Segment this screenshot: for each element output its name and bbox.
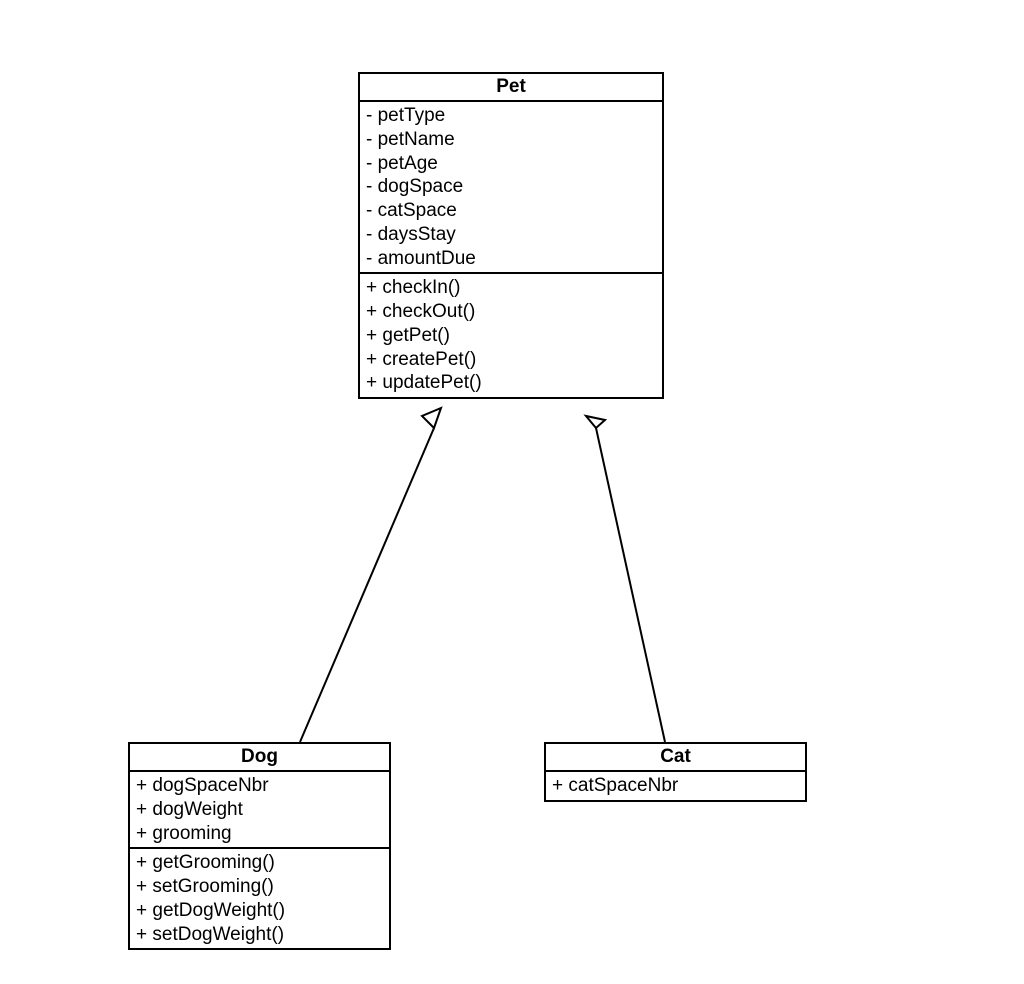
class-dog-title: Dog [130,744,389,772]
attribute-row: - daysStay [366,223,656,247]
method-row: + updatePet() [366,371,656,395]
attribute-row: - amountDue [366,247,656,271]
attribute-row: + dogSpaceNbr [136,774,383,798]
class-pet-methods: + checkIn() + checkOut() + getPet() + cr… [360,274,662,397]
inheritance-cat-to-pet [586,416,665,742]
attribute-row: + grooming [136,822,383,846]
method-row: + getDogWeight() [136,899,383,923]
class-dog: Dog + dogSpaceNbr + dogWeight + grooming… [128,742,391,950]
attribute-row: + catSpaceNbr [552,774,799,798]
attribute-row: - petName [366,128,656,152]
class-pet: Pet - petType - petName - petAge - dogSp… [358,72,664,399]
method-row: + setGrooming() [136,875,383,899]
attribute-row: - catSpace [366,199,656,223]
method-row: + getPet() [366,324,656,348]
method-row: + checkOut() [366,300,656,324]
class-dog-attributes: + dogSpaceNbr + dogWeight + grooming [130,772,389,849]
method-row: + setDogWeight() [136,923,383,947]
class-cat-title: Cat [546,744,805,772]
attribute-row: - petType [366,104,656,128]
attribute-row: + dogWeight [136,798,383,822]
attribute-row: - petAge [366,152,656,176]
attribute-row: - dogSpace [366,175,656,199]
class-pet-attributes: - petType - petName - petAge - dogSpace … [360,102,662,274]
class-pet-title: Pet [360,74,662,102]
class-cat: Cat + catSpaceNbr [544,742,807,802]
method-row: + checkIn() [366,276,656,300]
method-row: + createPet() [366,348,656,372]
method-row: + getGrooming() [136,851,383,875]
inheritance-dog-to-pet [300,408,441,742]
class-cat-attributes: + catSpaceNbr [546,772,805,800]
class-dog-methods: + getGrooming() + setGrooming() + getDog… [130,849,389,948]
